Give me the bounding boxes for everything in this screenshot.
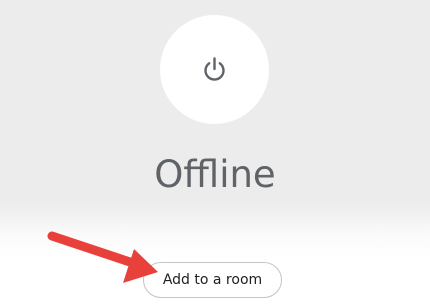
- red-arrow-icon: [47, 231, 158, 283]
